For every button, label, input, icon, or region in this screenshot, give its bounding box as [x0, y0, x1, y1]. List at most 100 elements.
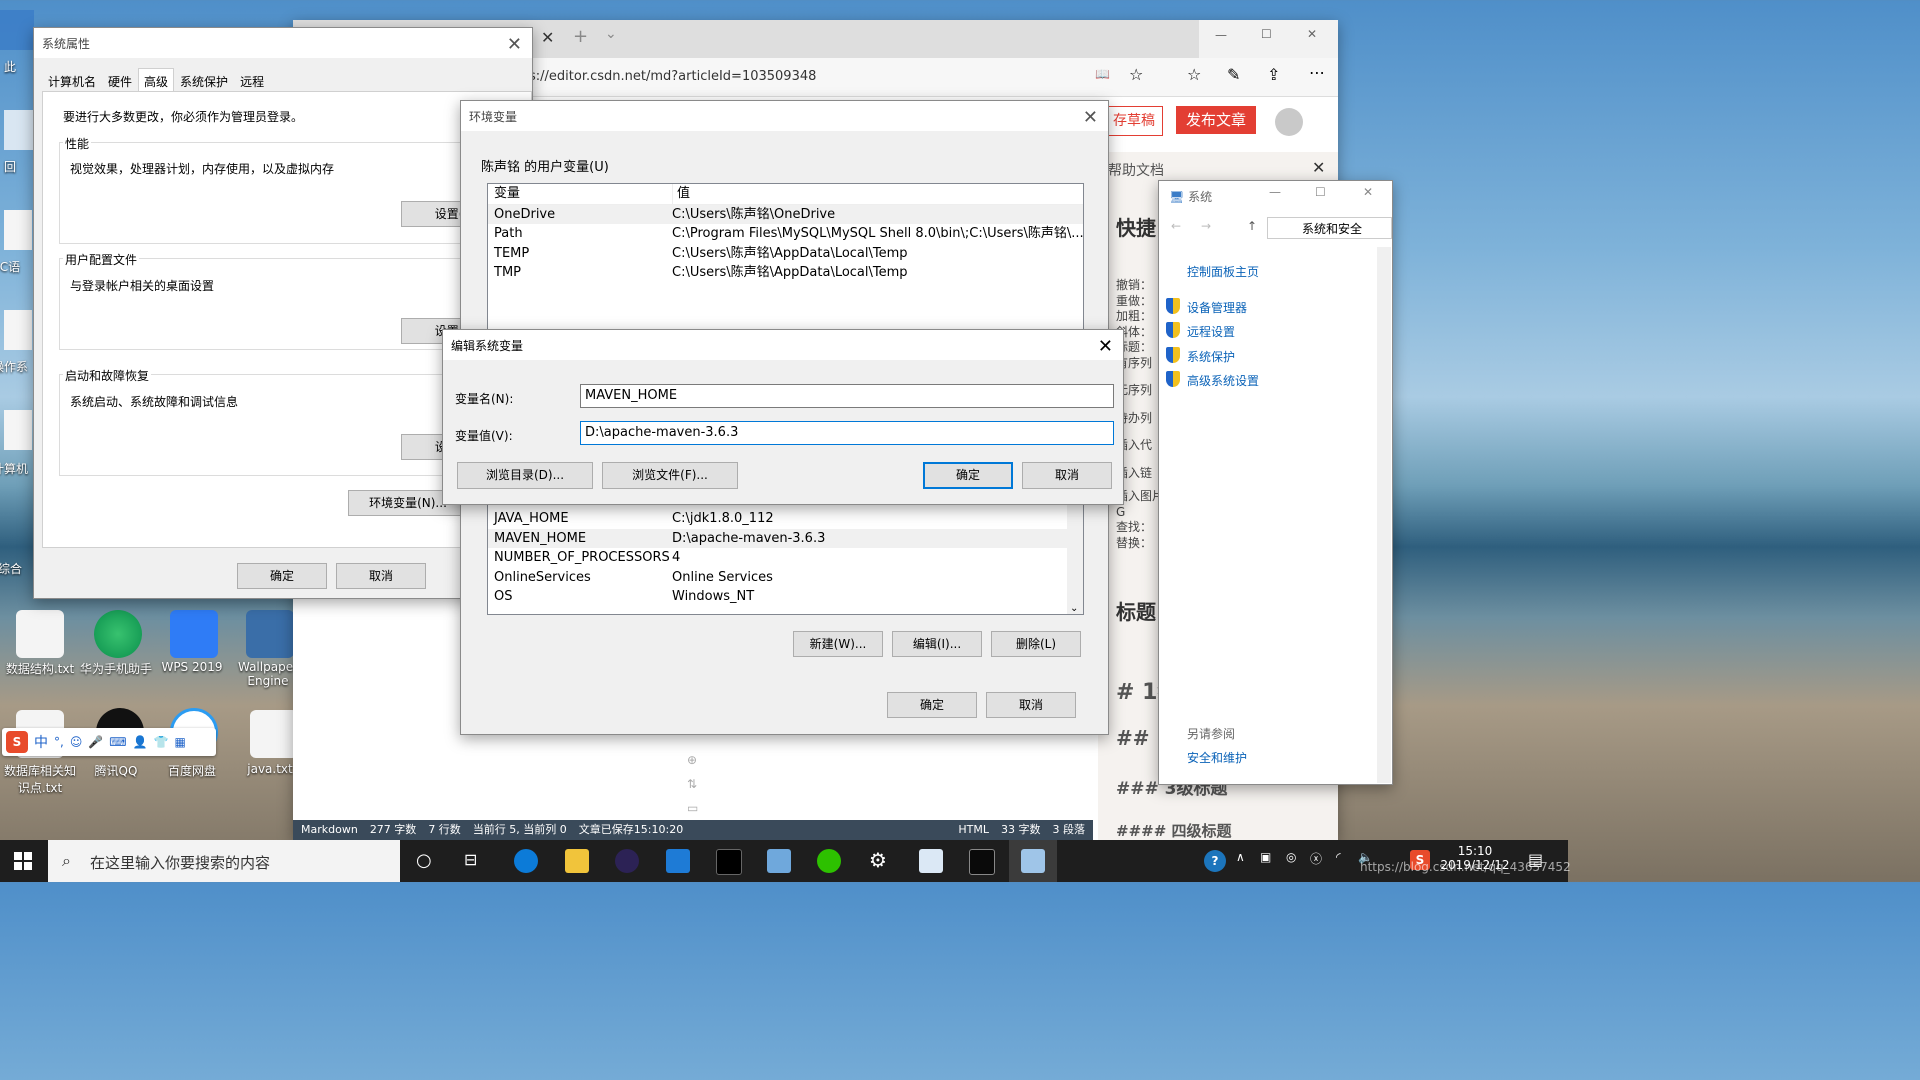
- list-item[interactable]: TEMP C:\Users\陈声铭\AppData\Local\Temp: [488, 244, 1083, 264]
- target-icon[interactable]: ⊕: [687, 753, 697, 767]
- delete-button[interactable]: 删除(L): [991, 631, 1081, 657]
- task-view-icon[interactable]: ⊟: [464, 850, 477, 869]
- close-icon[interactable]: ✕: [1098, 336, 1113, 357]
- chevron-down-icon[interactable]: ⌄: [1070, 603, 1078, 614]
- breadcrumb[interactable]: 系统和安全: [1267, 217, 1392, 239]
- column-header-value[interactable]: 值: [673, 184, 1083, 204]
- favorites-list-icon[interactable]: ☆: [1187, 65, 1201, 84]
- new-tab-icon[interactable]: +: [573, 26, 588, 47]
- save-draft-button[interactable]: 存草稿: [1105, 106, 1163, 136]
- list-item[interactable]: JAVA_HOME C:\jdk1.8.0_112: [488, 509, 1083, 529]
- list-item[interactable]: MAVEN_HOME D:\apache-maven-3.6.3: [488, 528, 1083, 549]
- tray-chevron-icon[interactable]: ∧: [1236, 850, 1245, 864]
- cancel-button[interactable]: 取消: [986, 692, 1076, 718]
- new-button[interactable]: 新建(W)...: [793, 631, 883, 657]
- edge-icon[interactable]: [514, 849, 538, 873]
- close-tab-icon[interactable]: ✕: [541, 28, 554, 47]
- recycle-bin-icon[interactable]: [4, 110, 34, 150]
- close-icon[interactable]: ✕: [1307, 27, 1317, 41]
- user-icon[interactable]: 👤: [133, 735, 148, 749]
- punctuation-icon[interactable]: °,: [54, 735, 64, 749]
- ok-button[interactable]: 确定: [237, 563, 327, 589]
- network-icon[interactable]: ⓧ: [1310, 850, 1322, 867]
- close-icon[interactable]: ✕: [1083, 107, 1098, 128]
- sync-scroll-icon[interactable]: ⇅: [687, 777, 697, 791]
- more-menu-icon[interactable]: ⋯: [1309, 63, 1325, 82]
- pen-icon[interactable]: ✎: [1227, 65, 1240, 84]
- list-item[interactable]: TMP C:\Users\陈声铭\AppData\Local\Temp: [488, 263, 1083, 283]
- publish-button[interactable]: 发布文章: [1176, 106, 1256, 134]
- file-icon[interactable]: [4, 310, 32, 350]
- close-icon[interactable]: ✕: [1363, 185, 1373, 199]
- system-vars-list[interactable]: JAVA_HOME C:\jdk1.8.0_112 MAVEN_HOME D:\ap…: [487, 501, 1084, 615]
- user-vars-list[interactable]: 变量 值 OneDrive C:\Users\陈声铭\OneDrive Path C…: [487, 183, 1084, 333]
- minimize-icon[interactable]: —: [1215, 28, 1227, 42]
- maximize-icon[interactable]: ☐: [1315, 185, 1326, 199]
- list-item[interactable]: OS Windows_NT: [488, 587, 1083, 607]
- edit-button[interactable]: 编辑(I)...: [892, 631, 982, 657]
- ok-button[interactable]: 确定: [923, 462, 1013, 489]
- ime-toolbar[interactable]: S 中 °, ☺ 🎤 ⌨ 👤 👕 ▦: [2, 728, 216, 756]
- cortana-icon[interactable]: ○: [416, 850, 432, 871]
- text-file-icon[interactable]: [250, 710, 298, 758]
- maximize-icon[interactable]: ☐: [1261, 27, 1272, 41]
- list-item[interactable]: Path C:\Program Files\MySQL\MySQL Shell 8…: [488, 224, 1083, 244]
- file-explorer-icon[interactable]: [565, 849, 589, 873]
- system-protection-link[interactable]: 系统保护: [1187, 348, 1235, 365]
- search-box[interactable]: ⌕ 在这里输入你要搜索的内容: [48, 840, 400, 882]
- help-icon[interactable]: ?: [1204, 850, 1226, 872]
- list-item[interactable]: NUMBER_OF_PROCESSORS 4: [488, 548, 1083, 568]
- p-app-icon[interactable]: [666, 849, 690, 873]
- wifi-icon[interactable]: ◜: [1336, 850, 1341, 864]
- eclipse-icon[interactable]: [615, 849, 639, 873]
- advanced-system-settings-link[interactable]: 高级系统设置: [1187, 372, 1259, 389]
- avatar[interactable]: [1275, 108, 1303, 136]
- close-icon[interactable]: ✕: [507, 34, 522, 55]
- reading-view-icon[interactable]: 📖: [1095, 67, 1110, 81]
- layout-icon[interactable]: ▭: [687, 801, 698, 815]
- close-help-icon[interactable]: ✕: [1312, 158, 1325, 177]
- share-icon[interactable]: ⇪: [1267, 65, 1280, 84]
- favorite-star-icon[interactable]: ☆: [1129, 65, 1143, 84]
- minimize-icon[interactable]: —: [1269, 185, 1281, 199]
- scrollbar[interactable]: [1377, 247, 1391, 783]
- file-icon[interactable]: [4, 210, 32, 250]
- active-app-highlight[interactable]: [1009, 840, 1057, 882]
- skin-icon[interactable]: 👕: [154, 735, 169, 749]
- tray-app-icon[interactable]: ◎: [1286, 850, 1296, 864]
- wechat-icon[interactable]: [817, 849, 841, 873]
- start-windows-icon[interactable]: [14, 852, 32, 870]
- emoji-icon[interactable]: ☺: [70, 735, 83, 749]
- microphone-icon[interactable]: 🎤: [88, 735, 103, 749]
- mysql-shell-icon[interactable]: [716, 849, 742, 875]
- cmd-icon[interactable]: [969, 849, 995, 875]
- sogou-icon[interactable]: S: [6, 731, 28, 753]
- variable-name-input[interactable]: MAVEN_HOME: [580, 384, 1114, 408]
- tab-list-chevron-icon[interactable]: ⌄: [605, 26, 617, 42]
- address-bar[interactable]: s://editor.csdn.net/md?articleId=1035093…: [529, 66, 1159, 88]
- column-header-variable[interactable]: 变量: [488, 184, 673, 204]
- file-icon[interactable]: [4, 410, 32, 450]
- control-panel-icon[interactable]: [919, 849, 943, 873]
- control-panel-home-link[interactable]: 控制面板主页: [1187, 263, 1259, 280]
- remote-settings-link[interactable]: 远程设置: [1187, 323, 1235, 340]
- security-maintenance-link[interactable]: 安全和维护: [1187, 749, 1247, 766]
- list-item[interactable]: OnlineServices Online Services: [488, 568, 1083, 588]
- wps-icon[interactable]: [170, 610, 218, 658]
- forward-arrow-icon[interactable]: →: [1201, 219, 1211, 233]
- scrollbar[interactable]: ⌄: [1067, 502, 1083, 614]
- this-pc-icon[interactable]: [0, 10, 34, 50]
- device-manager-link[interactable]: 设备管理器: [1187, 299, 1247, 316]
- browse-directory-button[interactable]: 浏览目录(D)...: [457, 462, 593, 489]
- tools-grid-icon[interactable]: ▦: [175, 735, 186, 749]
- browse-file-button[interactable]: 浏览文件(F)...: [602, 462, 738, 489]
- settings-gear-icon[interactable]: ⚙: [869, 848, 887, 872]
- ok-button[interactable]: 确定: [887, 692, 977, 718]
- tray-app-icon[interactable]: ▣: [1260, 850, 1271, 864]
- list-item[interactable]: OneDrive C:\Users\陈声铭\OneDrive: [488, 204, 1083, 225]
- back-arrow-icon[interactable]: ←: [1171, 219, 1181, 233]
- text-file-icon[interactable]: [16, 610, 64, 658]
- wallpaper-engine-icon[interactable]: [246, 610, 294, 658]
- variable-value-input[interactable]: D:\apache-maven-3.6.3: [580, 421, 1114, 445]
- huawei-assistant-icon[interactable]: [94, 610, 142, 658]
